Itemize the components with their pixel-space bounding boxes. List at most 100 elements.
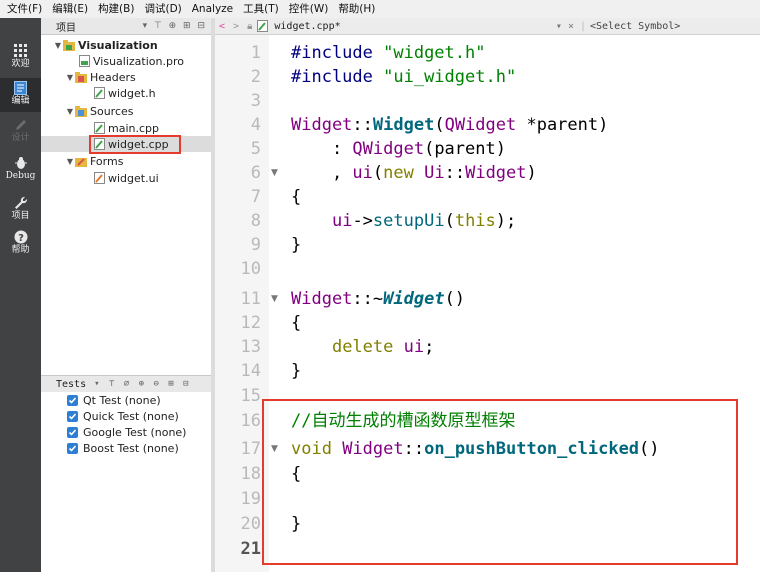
checkbox-checked-icon[interactable] [67,410,78,422]
chevron-down-icon[interactable]: ▾ [556,21,562,32]
line-number: 19 [240,489,261,509]
fold-marker-icon[interactable]: ▼ [271,287,278,311]
token: new [383,163,414,183]
mode-design[interactable]: 设计 [0,118,41,152]
test-label: Boost Test (none) [83,441,179,455]
token: ) [526,163,537,183]
project-tree: ▼ Visualization Visualization.pro ▼ Head… [41,35,211,375]
tree-node-main-cpp[interactable]: main.cpp [93,120,159,136]
chevron-down-icon[interactable]: ▼ [65,73,75,82]
menu-analyze[interactable]: Analyze [187,0,238,18]
panel-toolbar-icons[interactable]: ▾ ⊤ ⊕ ⊞ ⊟ [143,21,207,31]
test-item[interactable]: Qt Test (none) [67,392,161,408]
line-number: 6 [250,163,261,183]
open-file-name[interactable]: widget.cpp* [274,21,340,32]
code-line-2: #include "ui_widget.h" [291,65,516,89]
line-number: 9 [250,235,261,255]
line-number: 1 [250,43,261,63]
token: ); [495,211,517,231]
mode-debug-label: Debug [5,171,36,181]
token: Ui [424,163,445,183]
tree-label: main.cpp [108,121,159,135]
mode-welcome-label: 欢迎 [11,59,30,69]
token: Widget [291,115,353,135]
menu-debug[interactable]: 调试(D) [139,0,186,18]
tree-node-widget-h[interactable]: widget.h [93,85,156,101]
mode-edit[interactable]: 编辑 [0,78,41,112]
symbol-selector[interactable]: <Select Symbol> [590,21,760,32]
token: ui [352,163,373,183]
line-number: 8 [250,211,261,231]
line-number: 18 [240,464,261,484]
chevron-down-icon[interactable]: ▼ [65,107,75,116]
code-line-11: Widget::~Widget() [291,287,465,311]
line-number: 17 [240,439,261,459]
menu-help[interactable]: 帮助(H) [333,0,380,18]
tree-node-pro-file[interactable]: Visualization.pro [78,53,184,69]
checkbox-checked-icon[interactable] [67,394,78,406]
code-line-5: : QWidget(parent) [291,137,506,161]
mode-projects[interactable]: 项目 [0,196,41,230]
mode-design-label: 设计 [11,133,30,143]
code-line-13: delete ui; [291,335,434,359]
fold-marker-icon[interactable]: ▼ [271,161,278,185]
token: delete [331,337,394,357]
line-number: 2 [250,67,261,87]
panel-toolbar-icons[interactable]: ▾ ⊤ ⌀ ⊕ ⊖ ⊞ ⊟ [94,379,190,389]
line-number: 12 [240,313,261,333]
tree-node-forms[interactable]: ▼ Forms [65,153,124,169]
checkbox-checked-icon[interactable] [67,442,78,454]
menu-widgets[interactable]: 控件(W) [284,0,334,18]
menu-file[interactable]: 文件(F) [2,0,47,18]
tree-node-sources[interactable]: ▼ Sources [65,103,134,119]
test-item[interactable]: Boost Test (none) [67,440,179,456]
mode-help[interactable]: ? 帮助 [0,230,41,264]
test-label: Quick Test (none) [83,409,179,423]
code-editor[interactable]: 1 2 3 4 5 6 7 8 9 10 11 12 13 14 15 16 1… [215,35,760,572]
line-number: 11 [240,289,261,309]
tree-node-widget-ui[interactable]: widget.ui [93,170,159,186]
tree-node-project[interactable]: ▼ Visualization [53,37,158,53]
code-line-7: { [291,187,302,207]
mode-help-label: 帮助 [11,245,30,255]
token: ; [424,337,435,357]
chevron-down-icon[interactable]: ▼ [53,41,63,50]
mode-debug[interactable]: Debug [0,156,41,190]
token: "ui_widget.h" [383,67,517,87]
menu-build[interactable]: 构建(B) [93,0,139,18]
back-arrow-icon[interactable]: < [219,21,225,32]
highlight-box-code [262,399,738,565]
token: (parent) [424,139,506,159]
token: setupUi [372,211,445,231]
forward-arrow-icon[interactable]: > [233,21,239,32]
line-number: 16 [240,411,261,431]
token: Widget [465,163,527,183]
line-number: 5 [250,139,261,159]
tree-node-headers[interactable]: ▼ Headers [65,69,136,85]
code-line-12: { [291,313,302,333]
menu-bar: 文件(F) 编辑(E) 构建(B) 调试(D) Analyze 工具(T) 控件… [0,0,760,18]
token: : [291,139,353,159]
menu-edit[interactable]: 编辑(E) [47,0,93,18]
chevron-down-icon[interactable]: ▼ [65,157,75,166]
line-number: 20 [240,514,261,534]
token: Widget [372,115,435,135]
close-icon[interactable]: × [568,21,574,32]
editor-toolbar: < > 🔒︎ widget.cpp* ▾ × | <Select Symbol> [215,18,760,35]
mode-welcome[interactable]: 欢迎 [0,44,41,78]
test-item[interactable]: Quick Test (none) [67,408,179,424]
header-file-icon [93,87,105,99]
project-folder-icon [63,39,75,51]
token: this [454,211,496,231]
line-number: 13 [240,337,261,357]
test-item[interactable]: Google Test (none) [67,424,186,440]
test-label: Qt Test (none) [83,393,161,407]
mode-sidebar: 欢迎 编辑 设计 Debug 项目 ? 帮助 [0,18,41,572]
menu-tools[interactable]: 工具(T) [238,0,284,18]
tree-label: Sources [90,104,134,118]
checkbox-checked-icon[interactable] [67,426,78,438]
tree-label: Visualization [78,38,158,52]
tests-panel-title: Tests [56,378,87,390]
